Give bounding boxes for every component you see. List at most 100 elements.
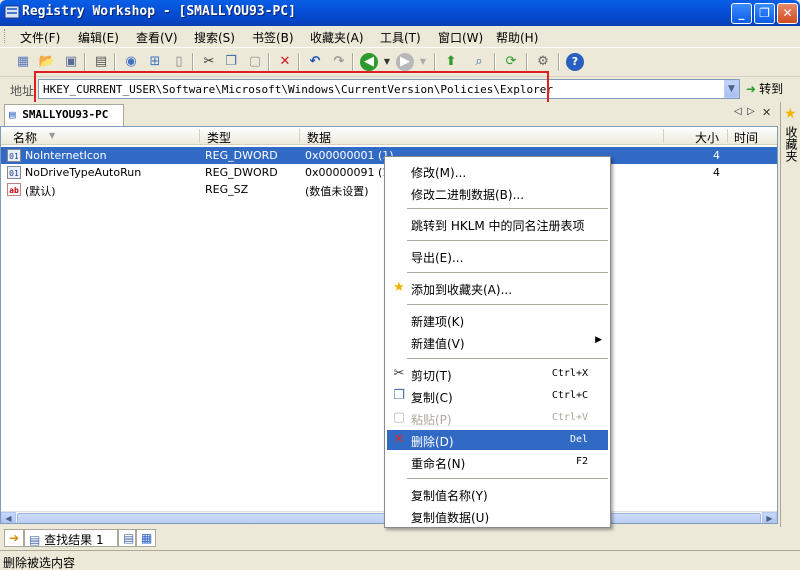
menu-file[interactable]: 文件(F)	[20, 29, 60, 46]
menu-edit[interactable]: 编辑(E)	[78, 29, 119, 46]
menu-item-new-value[interactable]: 新建值(V) ▶	[387, 332, 608, 352]
menu-window[interactable]: 窗口(W)	[438, 29, 483, 46]
output-tab-icon[interactable]: ▤	[118, 529, 136, 547]
menu-tools[interactable]: 工具(T)	[380, 29, 421, 46]
cut-icon: ✂	[393, 366, 405, 381]
delete-icon[interactable]: ✕	[276, 53, 294, 71]
toolbar-separator	[494, 53, 496, 71]
column-name[interactable]: 名称	[13, 129, 37, 146]
tab-prev-icon[interactable]: ◁	[734, 106, 742, 117]
delete-icon: ✕	[393, 432, 405, 447]
cell-name: NoInternetIcon	[25, 149, 107, 162]
menu-item-label: 复制(C)	[411, 391, 453, 405]
paste-icon[interactable]: ▢	[246, 53, 264, 71]
menu-bookmarks[interactable]: 书签(B)	[252, 29, 294, 46]
menu-item-new-key[interactable]: 新建项(K)	[387, 310, 608, 330]
column-data[interactable]: 数据	[307, 129, 331, 146]
menu-item-modify[interactable]: 修改(M)...	[387, 161, 608, 181]
menu-item-copy[interactable]: ❐ 复制(C) Ctrl+C	[387, 386, 608, 406]
column-size[interactable]: 大小	[695, 129, 719, 146]
disconnect-icon[interactable]: ▯	[170, 53, 188, 71]
toolbar-separator	[268, 53, 270, 71]
grid-tab-icon[interactable]: ▦	[136, 529, 156, 547]
menu-search[interactable]: 搜索(S)	[194, 29, 235, 46]
menu-item-delete[interactable]: ✕ 删除(D) Del	[387, 430, 608, 450]
menu-separator	[407, 240, 608, 241]
scroll-left-icon[interactable]: ◀	[1, 512, 16, 523]
menu-item-export[interactable]: 导出(E)...	[387, 246, 608, 266]
menu-item-label: 新建项(K)	[411, 315, 465, 329]
up-icon[interactable]: ⬆	[442, 53, 460, 71]
network-icon[interactable]: ⊞	[146, 53, 164, 71]
menu-item-label: 新建值(V)	[411, 337, 465, 351]
goto-button[interactable]: ➜ 转到	[746, 80, 783, 97]
tab-next-icon[interactable]: ▷	[747, 106, 755, 117]
copy-icon[interactable]: ❐	[222, 53, 240, 71]
refresh-icon[interactable]: ⟳	[502, 53, 520, 71]
back-icon[interactable]: ◀	[360, 53, 378, 71]
title-bar: Registry Workshop - [SMALLYOU93-PC] _ ❐ …	[0, 0, 800, 26]
menu-view[interactable]: 查看(V)	[136, 29, 178, 46]
tab-close-icon[interactable]: ✕	[762, 106, 771, 119]
tab-search-results[interactable]: ▤ 查找结果 1	[24, 529, 118, 547]
undo-icon[interactable]: ↶	[306, 53, 324, 71]
menu-item-label: 粘贴(P)	[411, 413, 452, 427]
cut-icon[interactable]: ✂	[200, 53, 218, 71]
address-dropdown-icon[interactable]: ▼	[724, 80, 739, 98]
menu-grip	[4, 29, 7, 43]
redo-icon[interactable]: ↷	[330, 53, 348, 71]
find-icon[interactable]: ⌕	[470, 53, 488, 71]
menu-item-add-favorite[interactable]: ★ 添加到收藏夹(A)...	[387, 278, 608, 298]
menu-item-copy-value-data[interactable]: 复制值数据(U)	[387, 506, 608, 526]
back-dropdown-icon[interactable]: ▼	[378, 53, 396, 71]
menu-separator	[407, 358, 608, 359]
settings-icon[interactable]: ⚙	[534, 53, 552, 71]
column-separator[interactable]	[727, 129, 728, 143]
address-label: 地址	[10, 84, 35, 98]
menu-item-label: 修改(M)...	[411, 166, 467, 180]
forward-icon[interactable]: ▶	[396, 53, 414, 71]
forward-dropdown-icon[interactable]: ▼	[414, 53, 432, 71]
menu-separator	[407, 478, 608, 479]
menu-item-jump-hklm[interactable]: 跳转到 HKLM 中的同名注册表项	[387, 214, 608, 234]
column-separator[interactable]	[199, 129, 200, 143]
column-type[interactable]: 类型	[207, 129, 231, 146]
menu-item-shortcut: Del	[569, 434, 588, 445]
app-icon	[4, 4, 20, 20]
column-separator[interactable]	[299, 129, 300, 143]
computer-icon[interactable]: ▤	[92, 53, 110, 71]
dword-icon: 01	[7, 149, 21, 162]
cell-name: NoDriveTypeAutoRun	[25, 166, 142, 179]
menu-help[interactable]: 帮助(H)	[496, 29, 538, 46]
menu-item-copy-value-name[interactable]: 复制值名称(Y)	[387, 484, 608, 504]
toolbar-separator	[84, 53, 86, 71]
connect-icon[interactable]: ◉	[122, 53, 140, 71]
help-icon[interactable]: ?	[566, 53, 584, 71]
menu-item-label: 导出(E)...	[411, 251, 464, 265]
menu-item-rename[interactable]: 重命名(N) F2	[387, 452, 608, 472]
close-button[interactable]: ✕	[777, 3, 798, 24]
column-separator[interactable]	[663, 129, 664, 143]
menu-item-paste[interactable]: ▢ 粘贴(P) Ctrl+V	[387, 408, 608, 428]
tab-computer[interactable]: ▤ SMALLYOU93-PC	[4, 104, 124, 126]
search-results-icon: ▤	[29, 533, 41, 547]
column-time[interactable]: 时间	[734, 129, 758, 146]
bookmark-tab-icon[interactable]: ➔	[4, 529, 24, 547]
scroll-right-icon[interactable]: ▶	[762, 512, 777, 523]
save-icon[interactable]: ▣	[62, 53, 80, 71]
menu-favorites[interactable]: 收藏夹(A)	[310, 29, 364, 46]
menu-item-label: 添加到收藏夹(A)...	[411, 283, 513, 297]
open-icon[interactable]: 📂	[38, 53, 56, 71]
registry-icon[interactable]: ▦	[14, 53, 32, 71]
menu-item-modify-binary[interactable]: 修改二进制数据(B)...	[387, 183, 608, 203]
context-menu: 修改(M)... 修改二进制数据(B)... 跳转到 HKLM 中的同名注册表项…	[384, 156, 611, 528]
toolbar-separator	[298, 53, 300, 71]
cell-size: 4	[713, 166, 720, 179]
favorites-side-panel[interactable]: ★ 收藏夹	[780, 102, 800, 542]
menu-item-cut[interactable]: ✂ 剪切(T) Ctrl+X	[387, 364, 608, 384]
menu-item-label: 重命名(N)	[411, 457, 466, 471]
menu-item-shortcut: Ctrl+C	[551, 390, 588, 401]
minimize-button[interactable]: _	[731, 3, 752, 24]
star-icon: ★	[393, 280, 405, 295]
restore-button[interactable]: ❐	[754, 3, 775, 24]
